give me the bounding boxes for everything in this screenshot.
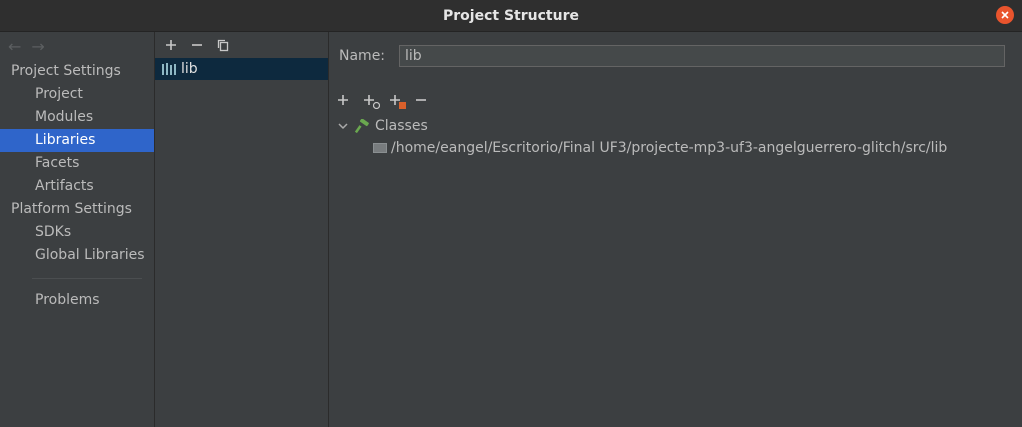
sidebar-item-facets[interactable]: Facets <box>0 152 154 175</box>
sidebar-divider <box>32 278 142 279</box>
library-label: lib <box>181 61 198 77</box>
folder-icon <box>373 143 387 153</box>
remove-icon[interactable] <box>413 92 429 108</box>
window-title: Project Structure <box>443 7 579 24</box>
sidebar-item-libraries[interactable]: Libraries <box>0 129 154 152</box>
remove-icon[interactable] <box>189 37 205 53</box>
sidebar-item-artifacts[interactable]: Artifacts <box>0 175 154 198</box>
add-icon[interactable] <box>335 92 351 108</box>
library-name-input[interactable] <box>399 45 1006 67</box>
hammer-icon <box>355 119 369 133</box>
tree-node-path[interactable]: /home/eangel/Escritorio/Final UF3/projec… <box>337 137 947 159</box>
sidebar-item-global-libraries[interactable]: Global Libraries <box>0 244 154 267</box>
close-button[interactable] <box>996 6 1014 24</box>
classes-tree: Classes /home/eangel/Escritorio/Final UF… <box>337 115 947 159</box>
close-icon <box>1001 11 1009 19</box>
library-icon <box>162 63 176 75</box>
library-list-toolbar <box>155 32 328 58</box>
sidebar-item-project[interactable]: Project <box>0 83 154 106</box>
copy-icon[interactable] <box>215 37 231 53</box>
name-label: Name: <box>339 48 386 64</box>
library-list-panel: lib <box>155 32 329 427</box>
library-detail-panel: Name: Classes <box>329 32 1022 427</box>
add-url-icon[interactable] <box>361 92 380 109</box>
name-row: Name: <box>339 45 1006 67</box>
tree-node-classes[interactable]: Classes <box>337 115 947 137</box>
arrow-left-icon[interactable]: ← <box>8 37 21 56</box>
sidebar-item-problems[interactable]: Problems <box>0 289 154 312</box>
classes-toolbar <box>335 90 429 110</box>
library-list-item[interactable]: lib <box>155 58 328 80</box>
settings-sidebar: ← → Project Settings Project Modules Lib… <box>0 32 155 427</box>
nav-arrows: ← → <box>0 32 154 60</box>
sidebar-item-sdks[interactable]: SDKs <box>0 221 154 244</box>
section-header-platform-settings: Platform Settings <box>11 201 132 217</box>
chevron-down-icon[interactable] <box>337 120 349 132</box>
arrow-right-icon[interactable]: → <box>31 37 44 56</box>
tree-node-path-label: /home/eangel/Escritorio/Final UF3/projec… <box>391 140 948 156</box>
add-excluded-icon[interactable] <box>387 92 406 109</box>
sidebar-item-modules[interactable]: Modules <box>0 106 154 129</box>
tree-node-label: Classes <box>375 118 428 134</box>
title-bar: Project Structure <box>0 0 1022 32</box>
section-header-project-settings: Project Settings <box>11 63 121 79</box>
add-icon[interactable] <box>163 37 179 53</box>
